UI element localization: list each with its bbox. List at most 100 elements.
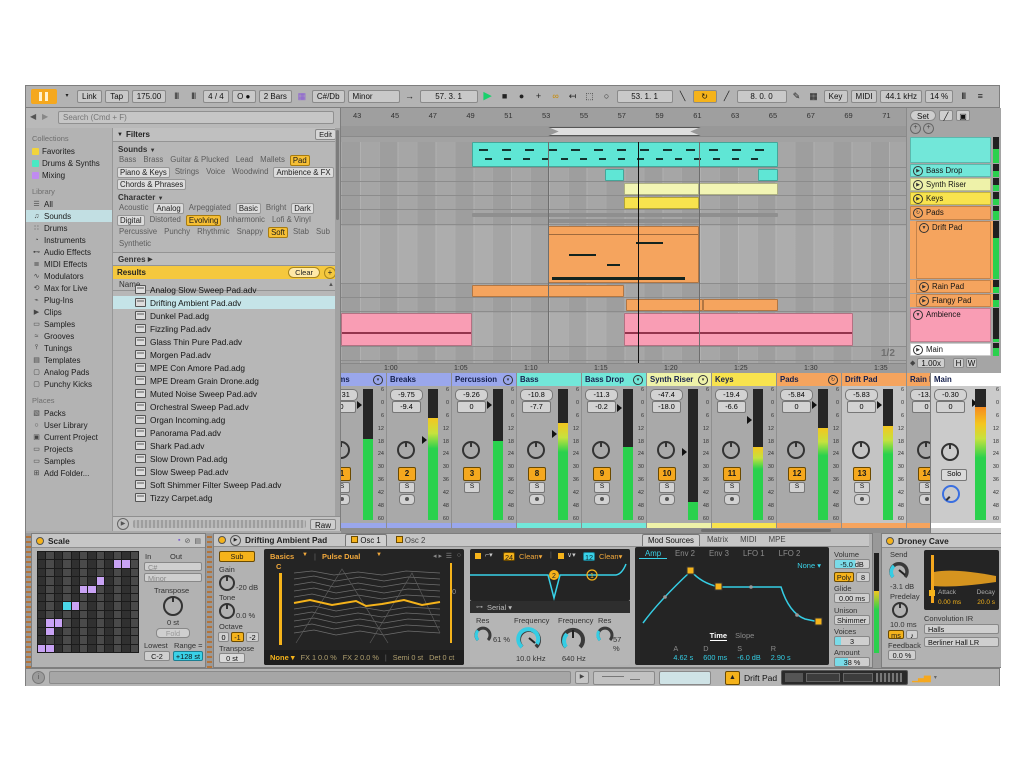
- lane-synth-riser[interactable]: [341, 183, 906, 196]
- scale-grid-cell[interactable]: [46, 628, 53, 635]
- volume-handle[interactable]: [617, 404, 622, 412]
- filter-tag[interactable]: Lead: [234, 155, 255, 166]
- sounds-filter-group[interactable]: Sounds: [118, 145, 147, 154]
- pan-knob[interactable]: [657, 441, 675, 459]
- mixer-track-title[interactable]: Pads ↻: [777, 373, 841, 386]
- gain-field[interactable]: -9.4: [392, 401, 421, 413]
- raw-button[interactable]: Raw: [310, 519, 336, 530]
- scale-grid-cell[interactable]: [80, 577, 87, 584]
- gain-field[interactable]: 0: [341, 401, 356, 413]
- filter1-on-toggle[interactable]: [475, 553, 481, 559]
- scale-grid-cell[interactable]: [38, 560, 45, 567]
- scale-grid-cell[interactable]: [46, 560, 53, 567]
- track-fold-icon[interactable]: ↻: [913, 208, 923, 218]
- result-row[interactable]: MPE Dream Grain Drone.adg: [113, 374, 335, 387]
- scale-grid-cell[interactable]: [131, 577, 138, 584]
- scale-grid-cell[interactable]: [88, 577, 95, 584]
- mixer-track-title[interactable]: Drums ▾: [341, 373, 386, 386]
- preview-play-icon[interactable]: ▶: [117, 518, 129, 530]
- scale-grid-cell[interactable]: [46, 552, 53, 559]
- playhead[interactable]: [638, 142, 639, 363]
- transpose-knob[interactable]: [163, 596, 183, 616]
- link-button[interactable]: Link: [77, 90, 102, 103]
- attack-value[interactable]: 4.62 s: [673, 653, 693, 662]
- scale-grid-cell[interactable]: [105, 602, 112, 609]
- gain-field[interactable]: -0.2: [587, 401, 616, 413]
- scale-grid-cell[interactable]: [131, 602, 138, 609]
- env-sub-tab[interactable]: LFO 2: [773, 549, 807, 559]
- main-volume-field[interactable]: -0.30: [934, 389, 967, 401]
- lock-icon[interactable]: ▣: [956, 110, 970, 121]
- scale-grid-cell[interactable]: [72, 586, 79, 593]
- result-row[interactable]: Slow Drown Pad.adg: [113, 452, 335, 465]
- mixer-track-title[interactable]: Bass: [517, 373, 581, 386]
- mixer-track-fold-icon[interactable]: ▾: [373, 375, 383, 385]
- filter-tag[interactable]: Punchy: [162, 227, 192, 238]
- places-item[interactable]: ○ User Library: [26, 419, 112, 431]
- scale-grid-cell[interactable]: [131, 628, 138, 635]
- mod-tab[interactable]: MPE: [764, 534, 791, 546]
- scale-grid-cell[interactable]: [46, 569, 53, 576]
- mixer-strip[interactable]: Bass Drop ▾ -11.3 -0.2 9 S 6061218243036…: [582, 373, 647, 533]
- scale-grid-cell[interactable]: [88, 552, 95, 559]
- library-item[interactable]: ∷ Drums: [26, 222, 112, 234]
- track-activator-button[interactable]: 8: [528, 467, 546, 481]
- scale-grid-cell[interactable]: [131, 611, 138, 618]
- lane-drift-pad[interactable]: [341, 226, 906, 284]
- mini-play-icon[interactable]: ▶: [575, 671, 589, 684]
- sync-toggle[interactable]: ♪: [906, 630, 918, 639]
- nudge-down-icon[interactable]: ǁǀ: [169, 90, 183, 103]
- device-on-toggle[interactable]: [886, 537, 894, 545]
- slope-toggle[interactable]: Slope: [735, 631, 754, 640]
- computer-midi-keyboard-icon[interactable]: ▦: [807, 90, 821, 103]
- filter-tag[interactable]: Snappy: [235, 227, 265, 238]
- filter1-type-icon[interactable]: ⌐▾: [485, 551, 493, 559]
- scale-grid-cell[interactable]: [105, 560, 112, 567]
- filter-tag[interactable]: Analog: [153, 203, 183, 214]
- voices-field[interactable]: 3: [834, 636, 870, 646]
- scale-grid-cell[interactable]: [122, 619, 129, 626]
- volume-handle[interactable]: [682, 448, 687, 456]
- browser-back-icon[interactable]: ◀: [30, 112, 36, 121]
- solo-button[interactable]: S: [659, 482, 675, 493]
- detune-value[interactable]: Det 0 ct: [429, 653, 454, 662]
- filters-collapse-icon[interactable]: ▼: [117, 132, 123, 138]
- res2-knob[interactable]: [596, 625, 614, 643]
- freq1-value[interactable]: 10.0 kHz: [516, 654, 546, 663]
- mixer-track-fold-icon[interactable]: ↻: [828, 375, 838, 385]
- track-fold-icon[interactable]: ▶: [913, 345, 923, 355]
- release-value[interactable]: 2.90 s: [771, 653, 791, 662]
- filter2-on-toggle[interactable]: [558, 553, 564, 559]
- monitor-button[interactable]: [659, 494, 675, 505]
- loop-brace-row[interactable]: [341, 126, 906, 137]
- scale-grid-cell[interactable]: [46, 645, 53, 652]
- filter-tag[interactable]: Dark: [291, 203, 313, 214]
- volume-field[interactable]: -10.8: [520, 389, 553, 401]
- scale-grid-cell[interactable]: [88, 560, 95, 567]
- scale-grid-cell[interactable]: [72, 602, 79, 609]
- filter-tag[interactable]: Bright: [264, 203, 288, 214]
- result-row[interactable]: Tizzy Carpet.adg: [113, 491, 335, 504]
- scale-grid-cell[interactable]: [80, 645, 87, 652]
- warning-icon[interactable]: ▲: [725, 671, 740, 685]
- result-row[interactable]: Organ Incoming.adg: [113, 413, 335, 426]
- scale-grid-cell[interactable]: [97, 602, 104, 609]
- mod-tab[interactable]: Matrix: [702, 534, 733, 546]
- osc-pitch-slider[interactable]: [279, 573, 282, 645]
- predelay-knob[interactable]: [892, 602, 908, 618]
- filter-tag[interactable]: Strings: [173, 167, 201, 178]
- places-item[interactable]: ▭ Samples: [26, 455, 112, 467]
- solo-button[interactable]: S: [529, 482, 545, 493]
- library-item[interactable]: ≈ Grooves: [26, 330, 112, 342]
- fx1-value[interactable]: FX 1 0.0 %: [301, 653, 337, 662]
- scale-grid-cell[interactable]: [114, 560, 121, 567]
- scale-grid-cell[interactable]: [97, 628, 104, 635]
- track-header[interactable]: ↻ Pads: [910, 206, 999, 220]
- attack-handle-icon[interactable]: [929, 590, 935, 596]
- loop-start-field[interactable]: 53. 1. 1: [617, 90, 673, 103]
- mixer-strip[interactable]: Drift Pad -5.83 0 13 S 60612182430364248…: [842, 373, 907, 533]
- monitor-button[interactable]: [594, 494, 610, 505]
- track-fold-icon[interactable]: ▶: [913, 166, 923, 176]
- scale-grid-cell[interactable]: [63, 560, 70, 567]
- automation-link-icon[interactable]: ∞: [549, 90, 563, 103]
